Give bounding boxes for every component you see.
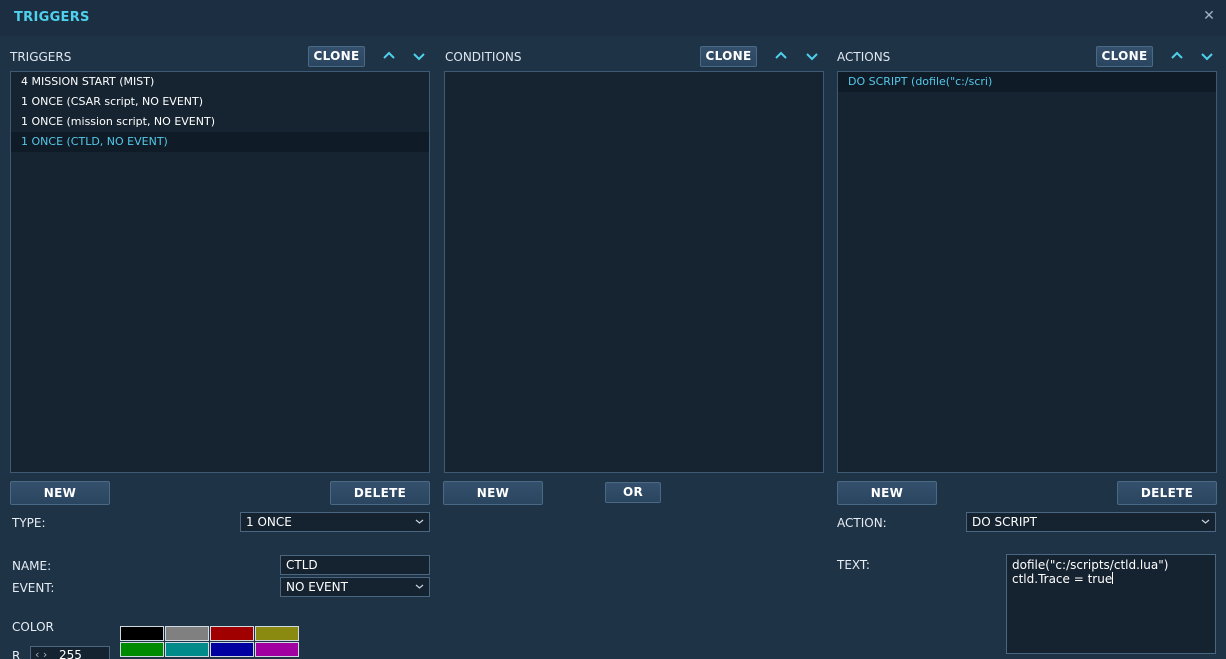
script-line-2: ctld.Trace = true (1012, 572, 1210, 586)
conditions-move-up-icon[interactable] (772, 47, 790, 65)
window-title: TRIGGERS (14, 10, 90, 25)
color-swatch[interactable] (165, 642, 209, 657)
color-label: COLOR (12, 620, 54, 634)
actions-clone-button[interactable]: CLONE (1096, 46, 1153, 67)
color-swatch[interactable] (165, 626, 209, 641)
title-bar: TRIGGERS ✕ (0, 0, 1226, 36)
script-line-1: dofile("c:/scripts/ctld.lua") (1012, 558, 1169, 572)
text-caret (1112, 572, 1114, 584)
red-value: 255 (59, 648, 82, 659)
conditions-or-button[interactable]: OR (605, 482, 661, 503)
chevron-down-icon (1201, 519, 1210, 524)
trigger-list-item[interactable]: 1 ONCE (CSAR script, NO EVENT) (11, 92, 429, 112)
type-value: 1 ONCE (246, 515, 292, 529)
color-swatch[interactable] (255, 642, 299, 657)
color-swatch[interactable] (120, 626, 164, 641)
triggers-delete-button[interactable]: DELETE (330, 481, 430, 505)
actions-delete-button[interactable]: DELETE (1117, 481, 1217, 505)
conditions-list[interactable] (444, 71, 824, 473)
triggers-header: TRIGGERS (10, 50, 72, 64)
trigger-list-item[interactable]: 1 ONCE (CTLD, NO EVENT) (11, 132, 429, 152)
red-value-spinner[interactable]: ‹ › 255 (30, 646, 110, 659)
conditions-header: CONDITIONS (445, 50, 522, 64)
triggers-new-button[interactable]: NEW (10, 481, 110, 505)
event-select[interactable]: NO EVENT (280, 577, 430, 597)
chevron-down-icon (415, 519, 424, 524)
spinner-arrows-icon[interactable]: ‹ › (35, 647, 47, 659)
actions-move-up-icon[interactable] (1168, 47, 1186, 65)
triggers-move-down-icon[interactable] (410, 47, 428, 65)
actions-list[interactable]: DO SCRIPT (dofile("c:/scri) (837, 71, 1217, 473)
event-value: NO EVENT (286, 580, 348, 594)
close-icon[interactable]: ✕ (1202, 9, 1216, 23)
color-swatch[interactable] (210, 626, 254, 641)
triggers-list[interactable]: 4 MISSION START (MIST) 1 ONCE (CSAR scrip… (10, 71, 430, 473)
text-label: TEXT: (837, 558, 870, 572)
actions-move-down-icon[interactable] (1198, 47, 1216, 65)
conditions-new-button[interactable]: NEW (443, 481, 543, 505)
type-select[interactable]: 1 ONCE (240, 512, 430, 532)
conditions-move-down-icon[interactable] (803, 47, 821, 65)
script-text-area[interactable]: dofile("c:/scripts/ctld.lua") ctld.Trace… (1006, 554, 1216, 654)
triggers-move-up-icon[interactable] (380, 47, 398, 65)
conditions-clone-button[interactable]: CLONE (700, 46, 757, 67)
chevron-down-icon (415, 584, 424, 589)
color-swatch[interactable] (255, 626, 299, 641)
action-label: ACTION: (837, 516, 887, 530)
trigger-list-item[interactable]: 1 ONCE (mission script, NO EVENT) (11, 112, 429, 132)
color-swatch[interactable] (210, 642, 254, 657)
actions-header: ACTIONS (837, 50, 891, 64)
name-input[interactable]: CTLD (280, 555, 430, 575)
action-value: DO SCRIPT (972, 515, 1037, 529)
color-swatch[interactable] (120, 642, 164, 657)
trigger-list-item[interactable]: 4 MISSION START (MIST) (11, 72, 429, 92)
script-line-2-text: ctld.Trace = true (1012, 572, 1113, 586)
type-label: TYPE: (12, 516, 46, 530)
triggers-clone-button[interactable]: CLONE (308, 46, 365, 67)
actions-new-button[interactable]: NEW (837, 481, 937, 505)
action-select[interactable]: DO SCRIPT (966, 512, 1216, 532)
name-label: NAME: (12, 559, 52, 573)
action-list-item[interactable]: DO SCRIPT (dofile("c:/scri) (838, 72, 1216, 92)
r-label: R (12, 649, 21, 659)
event-label: EVENT: (12, 581, 55, 595)
